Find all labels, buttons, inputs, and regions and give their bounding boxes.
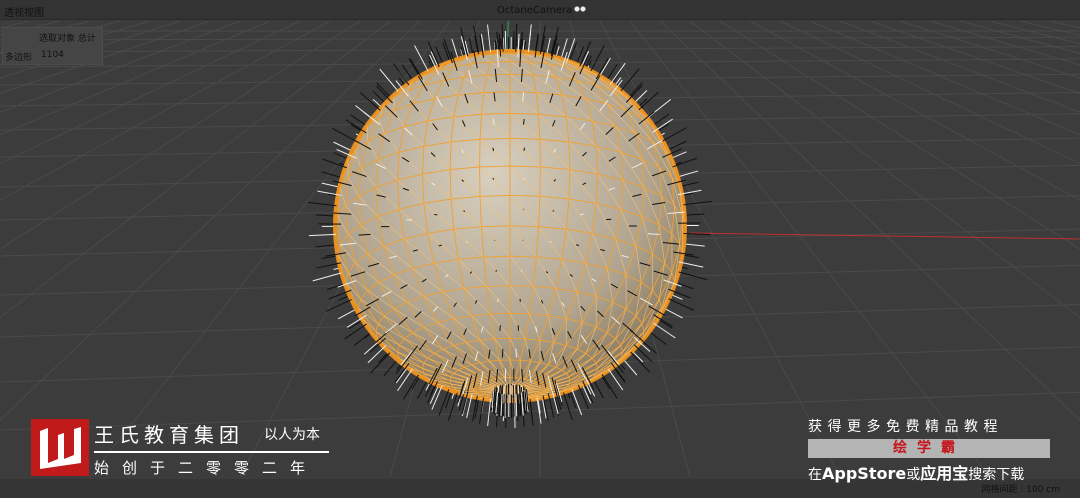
viewport-title[interactable]: 透视视图 (4, 4, 44, 19)
hair-strand (653, 322, 676, 339)
hair-strand (312, 272, 342, 282)
t3: 搜索下载 (968, 467, 1025, 483)
grid-line (659, 21, 1080, 421)
hair-strand (668, 298, 695, 311)
hair-strand (345, 119, 367, 134)
wire-edge (509, 312, 530, 315)
grid-line (0, 21, 301, 165)
hair-strand (577, 384, 590, 410)
polygon-label: 多边形 (5, 53, 33, 63)
hair-strand (649, 331, 667, 345)
grid-line (1019, 21, 1080, 36)
hair-strand (563, 392, 573, 421)
grid-line (0, 21, 61, 36)
viewport-canvas[interactable] (0, 21, 1080, 479)
hair-strand (499, 325, 501, 331)
promo-line1: 获得更多免费精品教程 (808, 419, 1003, 435)
appstore-text: AppStore (822, 464, 907, 483)
hair-strand (628, 81, 643, 99)
t1: 在 (808, 467, 822, 483)
brand-name: 王氏教育集团 (94, 423, 244, 447)
grid-line (869, 21, 1080, 95)
promo-line3: 在AppStore或应用宝搜索下载 (808, 460, 1050, 484)
hair-strand (523, 147, 526, 152)
hair-strand (376, 82, 392, 99)
hair-strand (414, 45, 429, 72)
hair-strand (321, 171, 342, 179)
divider (94, 451, 329, 453)
hair-strand (332, 127, 358, 143)
hair-strand (630, 351, 651, 373)
hair-strand (307, 201, 337, 207)
hair-strand (492, 147, 495, 152)
camera-name: OctaneCamera (497, 5, 573, 16)
hair-strand (552, 210, 555, 212)
hair-strand (354, 332, 372, 346)
hair-strand (662, 127, 687, 142)
hair-strand (393, 63, 410, 86)
hair-strand (672, 157, 698, 168)
hair-strand (620, 68, 640, 92)
hair-strand (443, 38, 453, 64)
grid-line (0, 21, 271, 136)
hair-strand (599, 57, 611, 77)
polygon-count: 1104 (41, 50, 64, 60)
grid-line (929, 21, 1080, 66)
hair-strand (383, 359, 398, 377)
wire-edge (490, 61, 511, 63)
hair-strand (593, 379, 604, 399)
grid-line (0, 21, 31, 29)
grid-line (1049, 21, 1080, 29)
hair-strand (309, 233, 337, 237)
grid-line (779, 21, 1080, 165)
hair-strand (492, 177, 495, 180)
hair-strand (581, 384, 592, 404)
promo-watermark: 获得更多免费精品教程 绘学霸 在AppStore或应用宝搜索下载 (808, 416, 1050, 484)
brand-founded: 始创于二零零二年 (94, 459, 319, 477)
hair-strand (549, 241, 552, 243)
hair-strand (333, 141, 353, 152)
hair-strand (529, 398, 534, 426)
grid-line (689, 21, 1080, 319)
stats-header: 选取对象 总计 (39, 34, 96, 44)
grid-line (0, 21, 211, 95)
hair-strand (683, 213, 705, 216)
t2: 或 (906, 467, 921, 483)
hair-strand (479, 397, 485, 424)
hair-strand (466, 241, 468, 243)
octane-camera-icon (574, 5, 587, 13)
stats-panel: 选取对象 总计 多边形 1104 (2, 27, 103, 65)
yingyongbao-text: 应用宝 (920, 464, 969, 483)
hair-strand (683, 243, 705, 247)
grid-line (0, 21, 391, 319)
hair-strand (337, 308, 357, 320)
hair-strand (501, 23, 504, 52)
brand-motto: 以人为本 (264, 427, 320, 443)
wire-edge (490, 312, 511, 315)
hair-strand (474, 397, 480, 419)
hair-strand (321, 158, 347, 169)
promo-app-name: 绘学霸 (808, 439, 1050, 458)
hair-strand (376, 85, 393, 104)
hair-strand (463, 210, 466, 212)
grid-line (0, 21, 151, 66)
hair-strand (316, 262, 342, 269)
hair-strand (451, 38, 459, 60)
grid-line (749, 21, 1080, 201)
hair-strand (315, 244, 337, 248)
hair-strand (497, 298, 499, 303)
wangshi-w-logo (31, 419, 89, 476)
camera-label[interactable]: OctaneCamera (497, 5, 587, 16)
hair-strand (667, 140, 687, 151)
hair-strand (647, 233, 660, 235)
grid-line (809, 21, 1080, 136)
viewport-header: 透视视图 OctaneCamera (0, 0, 1080, 20)
hair-strand (379, 68, 399, 92)
